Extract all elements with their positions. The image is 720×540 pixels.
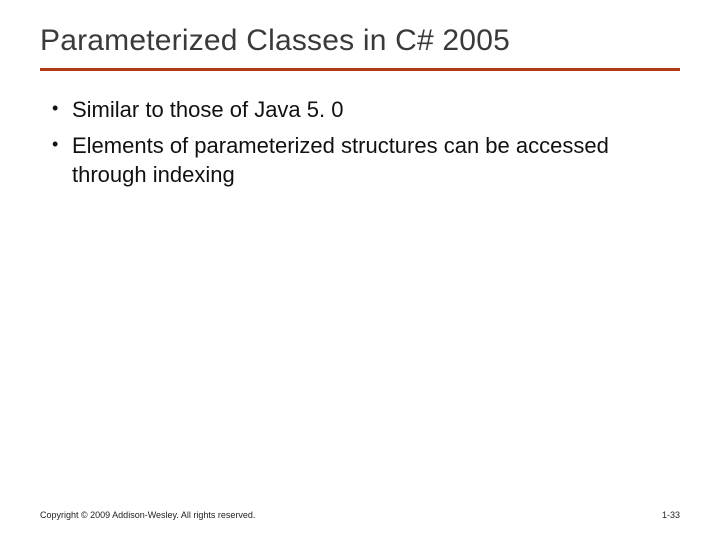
- slide: Parameterized Classes in C# 2005 Similar…: [0, 0, 720, 540]
- bullet-item: Elements of parameterized structures can…: [50, 131, 680, 190]
- title-divider: [40, 68, 680, 71]
- slide-body: Similar to those of Java 5. 0 Elements o…: [40, 95, 680, 190]
- footer-page-number: 1-33: [662, 510, 680, 520]
- bullet-list: Similar to those of Java 5. 0 Elements o…: [50, 95, 680, 190]
- slide-title: Parameterized Classes in C# 2005: [40, 24, 680, 58]
- bullet-item: Similar to those of Java 5. 0: [50, 95, 680, 125]
- footer-copyright: Copyright © 2009 Addison-Wesley. All rig…: [40, 510, 255, 520]
